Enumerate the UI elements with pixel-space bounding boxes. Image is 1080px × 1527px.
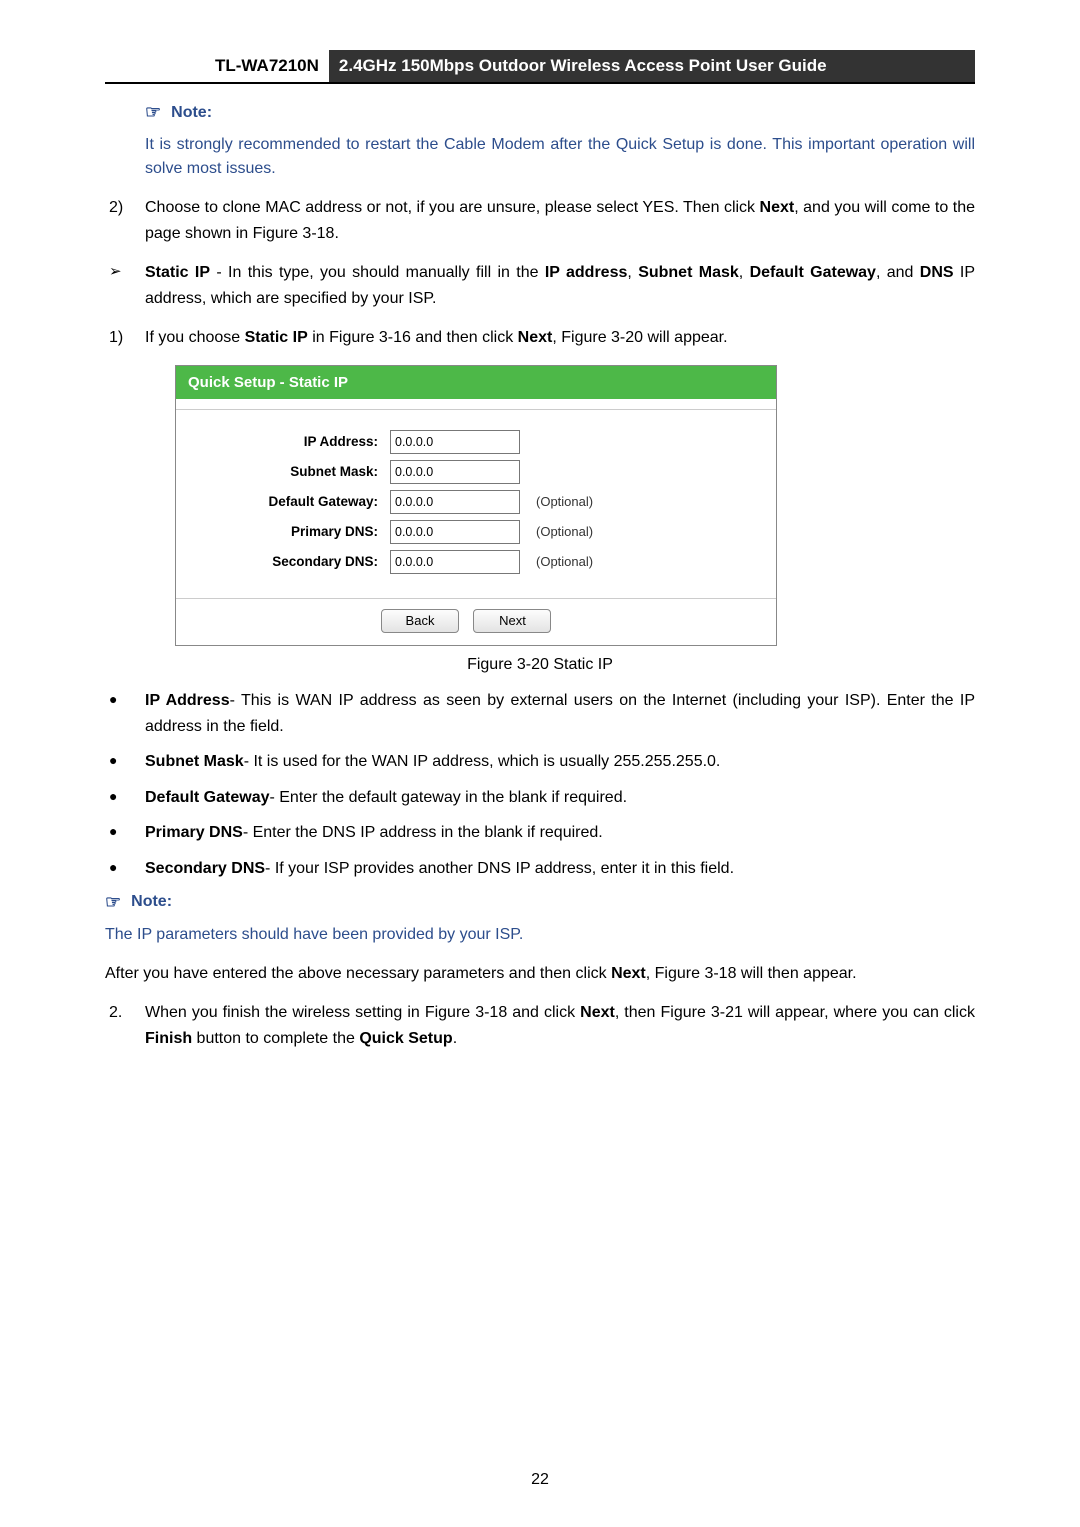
row-ip-address: IP Address:	[188, 430, 764, 454]
desc-default-gateway: ● Default Gateway- Enter the default gat…	[109, 785, 975, 811]
step-number: 1)	[109, 325, 145, 351]
screenshot-footer: Back Next	[176, 598, 776, 645]
pointer-icon: ☞	[105, 892, 121, 913]
step-1: 1) If you choose Static IP in Figure 3-1…	[109, 325, 975, 351]
desc-secondary-dns: ● Secondary DNS- If your ISP provides an…	[109, 856, 975, 882]
input-ip-address[interactable]	[390, 430, 520, 454]
label-ip-address: IP Address:	[188, 434, 390, 449]
note-text-2: The IP parameters should have been provi…	[105, 923, 975, 947]
note-text-1: It is strongly recommended to restart th…	[145, 133, 975, 181]
bullet-icon: ●	[109, 785, 145, 811]
input-default-gateway[interactable]	[390, 490, 520, 514]
input-primary-dns[interactable]	[390, 520, 520, 544]
desc-primary-dns: ● Primary DNS- Enter the DNS IP address …	[109, 820, 975, 846]
step-number: 2)	[109, 195, 145, 246]
header-description: 2.4GHz 150Mbps Outdoor Wireless Access P…	[329, 50, 975, 82]
row-subnet-mask: Subnet Mask:	[188, 460, 764, 484]
row-default-gateway: Default Gateway: (Optional)	[188, 490, 764, 514]
label-primary-dns: Primary DNS:	[188, 524, 390, 539]
step-2-text: Choose to clone MAC address or not, if y…	[145, 195, 975, 246]
bullet-icon: ●	[109, 688, 145, 739]
step-number: 2.	[109, 1000, 145, 1051]
arrow-icon: ➢	[109, 260, 145, 311]
note-label-text: Note:	[171, 104, 212, 122]
bullet-icon: ●	[109, 856, 145, 882]
header-model: TL-WA7210N	[105, 50, 329, 82]
after-text: After you have entered the above necessa…	[105, 961, 975, 987]
desc-subnet-mask: ● Subnet Mask- It is used for the WAN IP…	[109, 749, 975, 775]
page-number: 22	[0, 1471, 1080, 1489]
optional-text: (Optional)	[536, 524, 593, 539]
step-2: 2) Choose to clone MAC address or not, i…	[109, 195, 975, 246]
row-secondary-dns: Secondary DNS: (Optional)	[188, 550, 764, 574]
pointer-icon: ☞	[145, 102, 161, 123]
note-label-text: Note:	[131, 893, 172, 911]
label-subnet-mask: Subnet Mask:	[188, 464, 390, 479]
note-label-2: ☞ Note:	[105, 892, 975, 913]
page-header: TL-WA7210N 2.4GHz 150Mbps Outdoor Wirele…	[105, 50, 975, 84]
final-step-text: When you finish the wireless setting in …	[145, 1000, 975, 1051]
row-primary-dns: Primary DNS: (Optional)	[188, 520, 764, 544]
input-subnet-mask[interactable]	[390, 460, 520, 484]
optional-text: (Optional)	[536, 494, 593, 509]
next-button[interactable]: Next	[473, 609, 551, 633]
back-button[interactable]: Back	[381, 609, 459, 633]
input-secondary-dns[interactable]	[390, 550, 520, 574]
label-secondary-dns: Secondary DNS:	[188, 554, 390, 569]
step-1-text: If you choose Static IP in Figure 3-16 a…	[145, 325, 975, 351]
bullet-icon: ●	[109, 820, 145, 846]
screenshot-body: IP Address: Subnet Mask: Default Gateway…	[176, 409, 776, 598]
figure-caption: Figure 3-20 Static IP	[105, 656, 975, 674]
screenshot-title: Quick Setup - Static IP	[176, 366, 776, 399]
static-ip-screenshot: Quick Setup - Static IP IP Address: Subn…	[175, 365, 777, 646]
final-step: 2. When you finish the wireless setting …	[109, 1000, 975, 1051]
optional-text: (Optional)	[536, 554, 593, 569]
label-default-gateway: Default Gateway:	[188, 494, 390, 509]
static-ip-summary-text: Static IP - In this type, you should man…	[145, 260, 975, 311]
static-ip-summary: ➢ Static IP - In this type, you should m…	[109, 260, 975, 311]
note-label-1: ☞ Note:	[145, 102, 975, 123]
desc-ip-address: ● IP Address- This is WAN IP address as …	[109, 688, 975, 739]
bullet-icon: ●	[109, 749, 145, 775]
